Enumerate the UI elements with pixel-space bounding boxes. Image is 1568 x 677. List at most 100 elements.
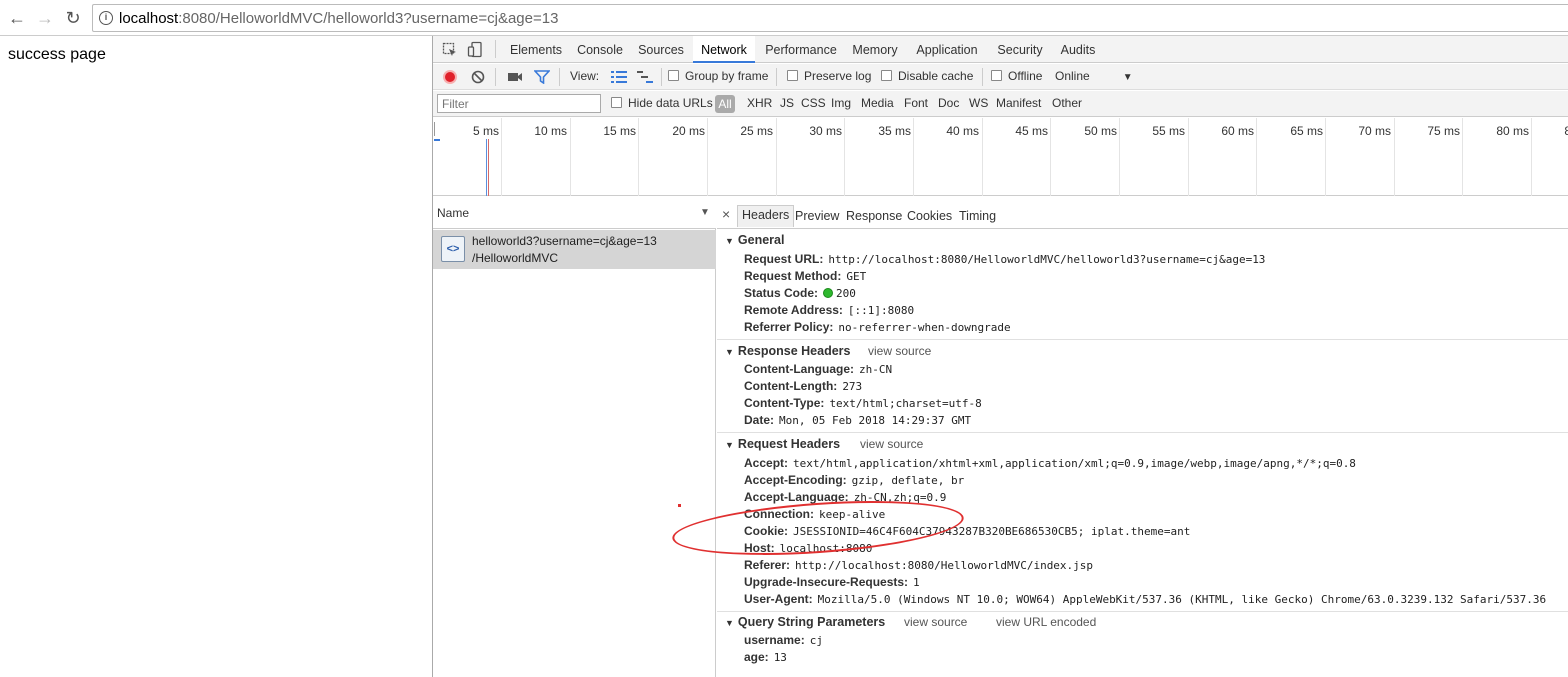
header-row: Remote Address: [::1]:8080 [744, 303, 914, 317]
clear-icon[interactable] [471, 70, 485, 84]
header-key: User-Agent: [744, 592, 813, 606]
network-toolbar: View: Group by frame Preserve log Disabl… [433, 64, 1568, 90]
disable-cache-checkbox[interactable]: Disable cache [881, 69, 973, 83]
query-params-toggle[interactable]: ▼ Query String Parameters [725, 615, 885, 629]
header-row: Referrer Policy: no-referrer-when-downgra… [744, 320, 1011, 334]
document-icon: <> [441, 236, 465, 262]
waterfall-overview-icon[interactable] [637, 71, 653, 83]
header-key: Accept-Encoding: [744, 473, 847, 487]
device-toolbar-icon[interactable] [467, 41, 483, 59]
offline-checkbox[interactable]: Offline [991, 69, 1042, 83]
request-row[interactable]: <> helloworld3?username=cj&age=13 /Hello… [433, 230, 716, 269]
details-tabbar: × Headers Preview Response Cookies Timin… [717, 197, 1568, 229]
checkbox-box[interactable] [668, 70, 679, 81]
reload-icon[interactable]: ↻ [61, 6, 85, 30]
timeline-tick-label: 50 ms [1084, 124, 1117, 138]
response-headers-toggle[interactable]: ▼ Response Headers [725, 344, 850, 358]
timeline-gridline [913, 118, 914, 196]
devtools-tabbar: Elements Console Sources Network Perform… [433, 36, 1568, 63]
header-value: http://localhost:8080/HelloworldMVC/hell… [828, 253, 1266, 266]
request-details: × Headers Preview Response Cookies Timin… [717, 197, 1568, 677]
filter-type-doc[interactable]: Doc [938, 96, 959, 110]
back-arrow-icon[interactable]: ← [5, 6, 29, 30]
timeline-gridline [1188, 118, 1189, 196]
filter-type-xhr[interactable]: XHR [747, 96, 772, 110]
preserve-log-label: Preserve log [804, 69, 872, 83]
filter-input[interactable] [437, 94, 601, 113]
filter-type-media[interactable]: Media [861, 96, 894, 110]
tab-preview[interactable]: Preview [791, 207, 843, 229]
general-section-title: General [737, 233, 785, 247]
tab-sources[interactable]: Sources [632, 36, 690, 63]
response-view-source-link[interactable]: view source [868, 344, 931, 358]
record-icon[interactable] [443, 70, 457, 84]
filter-type-css[interactable]: CSS [801, 96, 826, 110]
header-row: Content-Type: text/html;charset=utf-8 [744, 396, 982, 410]
network-timeline-overview[interactable]: 5 ms 10 ms 15 ms 20 ms 25 ms 30 ms 35 ms… [433, 118, 1568, 196]
filter-type-all[interactable]: All [715, 95, 735, 113]
checkbox-box[interactable] [787, 70, 798, 81]
tab-audits[interactable]: Audits [1054, 36, 1102, 63]
close-icon[interactable]: × [722, 206, 730, 222]
offline-label: Offline [1008, 69, 1043, 83]
header-key: Content-Length: [744, 379, 838, 393]
tab-headers[interactable]: Headers [737, 205, 795, 227]
tab-console[interactable]: Console [571, 36, 629, 63]
filter-funnel-icon[interactable] [534, 70, 550, 84]
expand-triangle-icon: ▼ [725, 236, 734, 246]
timeline-gridline [501, 118, 502, 196]
name-column-header[interactable]: Name ▼ [433, 197, 716, 229]
chevron-down-icon[interactable]: ▼ [1123, 72, 1133, 83]
filter-type-other[interactable]: Other [1052, 96, 1082, 110]
general-section-toggle[interactable]: ▼ General [725, 233, 784, 247]
tab-network[interactable]: Network [693, 36, 755, 63]
tab-application[interactable]: Application [909, 36, 985, 63]
checkbox-box[interactable] [991, 70, 1002, 81]
header-row: Content-Language: zh-CN [744, 362, 892, 376]
annotation-dot [678, 504, 681, 507]
tab-memory[interactable]: Memory [846, 36, 904, 63]
tab-response[interactable]: Response [842, 207, 906, 229]
tab-elements[interactable]: Elements [503, 36, 569, 63]
tab-performance[interactable]: Performance [760, 36, 842, 63]
throttling-select[interactable]: Online ▼ [1055, 69, 1133, 83]
tab-cookies[interactable]: Cookies [903, 207, 956, 229]
network-filterbar: Hide data URLs All XHR JS CSS Img Media … [433, 91, 1568, 117]
address-bar[interactable]: i localhost:8080/HelloworldMVC/helloworl… [92, 4, 1568, 32]
filter-type-js[interactable]: JS [780, 96, 794, 110]
header-value: gzip, deflate, br [851, 474, 965, 487]
inspect-element-icon[interactable] [442, 42, 458, 58]
request-view-source-link[interactable]: view source [860, 437, 923, 451]
preserve-log-checkbox[interactable]: Preserve log [787, 69, 871, 83]
filter-type-font[interactable]: Font [904, 96, 928, 110]
timeline-gridline [982, 118, 983, 196]
filter-type-manifest[interactable]: Manifest [996, 96, 1041, 110]
checkbox-box[interactable] [881, 70, 892, 81]
screenshot-camera-icon[interactable] [507, 71, 523, 83]
header-row: Status Code: 200 [744, 286, 856, 300]
filter-type-ws[interactable]: WS [969, 96, 988, 110]
group-by-frame-checkbox[interactable]: Group by frame [668, 69, 768, 83]
header-key: Referrer Policy: [744, 320, 834, 334]
header-row: Request Method: GET [744, 269, 866, 283]
header-value: Mozilla/5.0 (Windows NT 10.0; WOW64) App… [817, 593, 1547, 606]
header-value: localhost:8080 [779, 542, 873, 555]
request-path: /HelloworldMVC [472, 251, 559, 265]
tab-security[interactable]: Security [990, 36, 1050, 63]
query-view-url-encoded-link[interactable]: view URL encoded [996, 615, 1096, 629]
hide-data-urls-checkbox[interactable]: Hide data URLs [611, 96, 713, 110]
query-view-source-link[interactable]: view source [904, 615, 967, 629]
header-value: keep-alive [819, 508, 886, 521]
header-value: no-referrer-when-downgrade [838, 321, 1011, 334]
timeline-tick-label: 15 ms [603, 124, 636, 138]
tab-timing[interactable]: Timing [955, 207, 1000, 229]
checkbox-box[interactable] [611, 97, 622, 108]
timeline-gridline [570, 118, 571, 196]
request-headers-toggle[interactable]: ▼ Request Headers [725, 437, 840, 451]
large-rows-icon[interactable] [611, 71, 627, 83]
info-icon[interactable]: i [99, 11, 113, 25]
forward-arrow-icon[interactable]: → [33, 6, 57, 30]
filter-type-img[interactable]: Img [831, 96, 851, 110]
sort-chevron-icon[interactable]: ▼ [700, 207, 710, 218]
name-column-label: Name [437, 206, 470, 220]
